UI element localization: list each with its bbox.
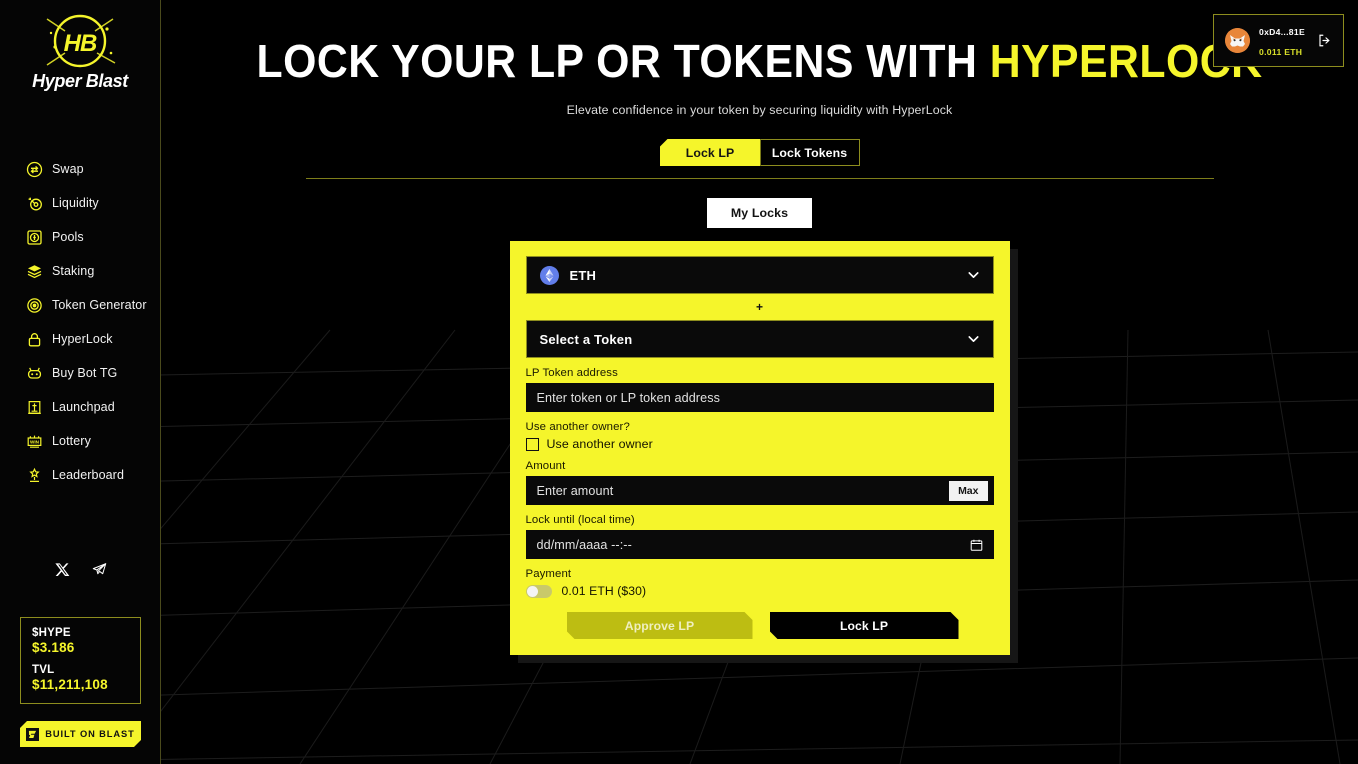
amount-placeholder: Enter amount [536, 483, 614, 498]
sidebar-item-label: Liquidity [52, 196, 99, 210]
amount-label: Amount [525, 460, 566, 472]
sidebar-item-launchpad[interactable]: Launchpad [0, 390, 160, 424]
sidebar-item-label: Swap [52, 162, 84, 176]
hype-price-label: $HYPE [32, 627, 71, 639]
chevron-down-icon [966, 332, 981, 347]
payment-fee-label: 0.01 ETH ($30) [561, 584, 647, 598]
use-another-owner-label: Use another owner [546, 437, 653, 451]
tab-lock-lp[interactable]: Lock LP [659, 139, 761, 166]
token-select[interactable]: Select a Token [525, 320, 994, 358]
launchpad-icon [26, 399, 43, 416]
page-root: HB Hyper Blast Swap Liquidity Pools Stak… [0, 0, 1358, 764]
sidebar-item-liquidity[interactable]: Liquidity [0, 186, 160, 220]
staking-icon [26, 263, 43, 280]
sidebar-item-swap[interactable]: Swap [0, 152, 160, 186]
token-select-value: Select a Token [539, 331, 633, 347]
sidebar-item-label: Lottery [52, 434, 91, 448]
logout-icon[interactable] [1317, 33, 1332, 48]
brand-logo[interactable]: HB Hyper Blast [0, 8, 160, 100]
hype-price-value: $3.186 [32, 640, 75, 655]
sidebar-item-label: Leaderboard [52, 468, 124, 482]
plus-separator: + [755, 300, 763, 314]
swap-icon [26, 161, 43, 178]
lock-until-label: Lock until (local time) [525, 514, 635, 526]
payment-row: 0.01 ETH ($30) [525, 584, 994, 598]
token-generator-icon [26, 297, 43, 314]
lock-icon [26, 331, 43, 348]
x-twitter-icon[interactable] [54, 562, 70, 577]
tvl-value: $11,211,108 [32, 677, 108, 692]
lock-until-placeholder: dd/mm/aaaa --:-- [536, 537, 632, 552]
wallet-address: 0xD4...81E [1259, 27, 1305, 37]
page-title: LOCK YOUR LP OR TOKENS WITH HYPERLOCK [203, 38, 1316, 84]
sidebar-item-token-generator[interactable]: Token Generator [0, 288, 160, 322]
payment-toggle-knob [526, 585, 538, 597]
divider [305, 178, 1214, 179]
metamask-fox-avatar [1225, 28, 1250, 54]
sidebar: HB Hyper Blast Swap Liquidity Pools Stak… [0, 0, 161, 764]
form-actions: Approve LP Lock LP [526, 612, 994, 639]
tab-lock-tokens[interactable]: Lock Tokens [760, 139, 860, 166]
lp-address-placeholder: Enter token or LP token address [536, 390, 720, 405]
use-another-owner-checkbox[interactable] [525, 437, 539, 451]
sidebar-nav: Swap Liquidity Pools Staking Token Gener… [0, 152, 160, 492]
sidebar-item-label: Token Generator [52, 298, 147, 312]
lock-lp-button[interactable]: Lock LP [770, 612, 959, 639]
page-subtitle: Elevate confidence in your token by secu… [566, 103, 953, 117]
wallet-balance: 0.011 ETH [1259, 46, 1303, 57]
main-content: LOCK YOUR LP OR TOKENS WITH HYPERLOCK El… [161, 0, 1358, 764]
sidebar-item-hyperlock[interactable]: HyperLock [0, 322, 160, 356]
chain-select[interactable]: ETH [525, 256, 994, 294]
built-on-blast-label: BUILT ON BLAST [45, 729, 135, 739]
use-another-owner-row[interactable]: Use another owner [525, 437, 994, 451]
pools-icon [26, 229, 43, 246]
sidebar-item-leaderboard[interactable]: Leaderboard [0, 458, 160, 492]
chain-select-value: ETH [569, 267, 597, 283]
sidebar-item-label: HyperLock [52, 332, 113, 346]
sidebar-item-lottery[interactable]: WIN Lottery [0, 424, 160, 458]
lottery-icon: WIN [26, 433, 43, 450]
wallet-chip[interactable]: 0xD4...81E 0.011 ETH [1213, 14, 1344, 68]
amount-input[interactable]: Enter amount Max [525, 476, 994, 505]
my-locks-button[interactable]: My Locks [706, 198, 813, 228]
lp-address-label: LP Token address [525, 367, 618, 379]
lp-address-input[interactable]: Enter token or LP token address [525, 383, 994, 412]
my-locks-row: My Locks [161, 198, 1358, 228]
svg-text:WIN: WIN [30, 439, 40, 444]
svg-text:HB: HB [64, 30, 97, 57]
payment-label: Payment [525, 568, 572, 580]
owner-label: Use another owner? [525, 421, 630, 433]
ethereum-icon [539, 265, 559, 285]
payment-toggle[interactable] [525, 584, 552, 598]
telegram-icon[interactable] [92, 562, 107, 577]
sidebar-item-buy-bot-tg[interactable]: Buy Bot TG [0, 356, 160, 390]
lock-type-tabs: Lock LP Lock Tokens [161, 139, 1358, 166]
max-button[interactable]: Max [949, 480, 988, 501]
brand-wordmark: Hyper Blast [32, 71, 129, 91]
sidebar-item-label: Staking [52, 264, 95, 278]
built-on-blast-badge[interactable]: BUILT ON BLAST [20, 721, 141, 747]
wallet-text: 0xD4...81E 0.011 ETH [1259, 21, 1305, 60]
lock-until-input[interactable]: dd/mm/aaaa --:-- [525, 530, 994, 559]
sidebar-item-pools[interactable]: Pools [0, 220, 160, 254]
social-links [0, 562, 161, 577]
chevron-down-icon [966, 268, 981, 283]
lock-form-card: ETH + Select a Token LP Token address En… [509, 241, 1018, 663]
leaderboard-icon [26, 467, 43, 484]
sidebar-item-staking[interactable]: Staking [0, 254, 160, 288]
approve-lp-button[interactable]: Approve LP [567, 612, 753, 639]
tvl-label: TVL [32, 664, 55, 676]
sidebar-item-label: Pools [52, 230, 84, 244]
sidebar-item-label: Buy Bot TG [52, 366, 118, 380]
sidebar-item-label: Launchpad [52, 400, 115, 414]
page-title-main: LOCK YOUR LP OR TOKENS WITH [256, 35, 990, 87]
calendar-icon[interactable] [970, 538, 983, 551]
liquidity-icon [26, 195, 43, 212]
blast-logo-icon [26, 728, 39, 741]
stats-panel: $HYPE $3.186 TVL $11,211,108 [20, 617, 141, 704]
bot-icon [26, 365, 43, 382]
